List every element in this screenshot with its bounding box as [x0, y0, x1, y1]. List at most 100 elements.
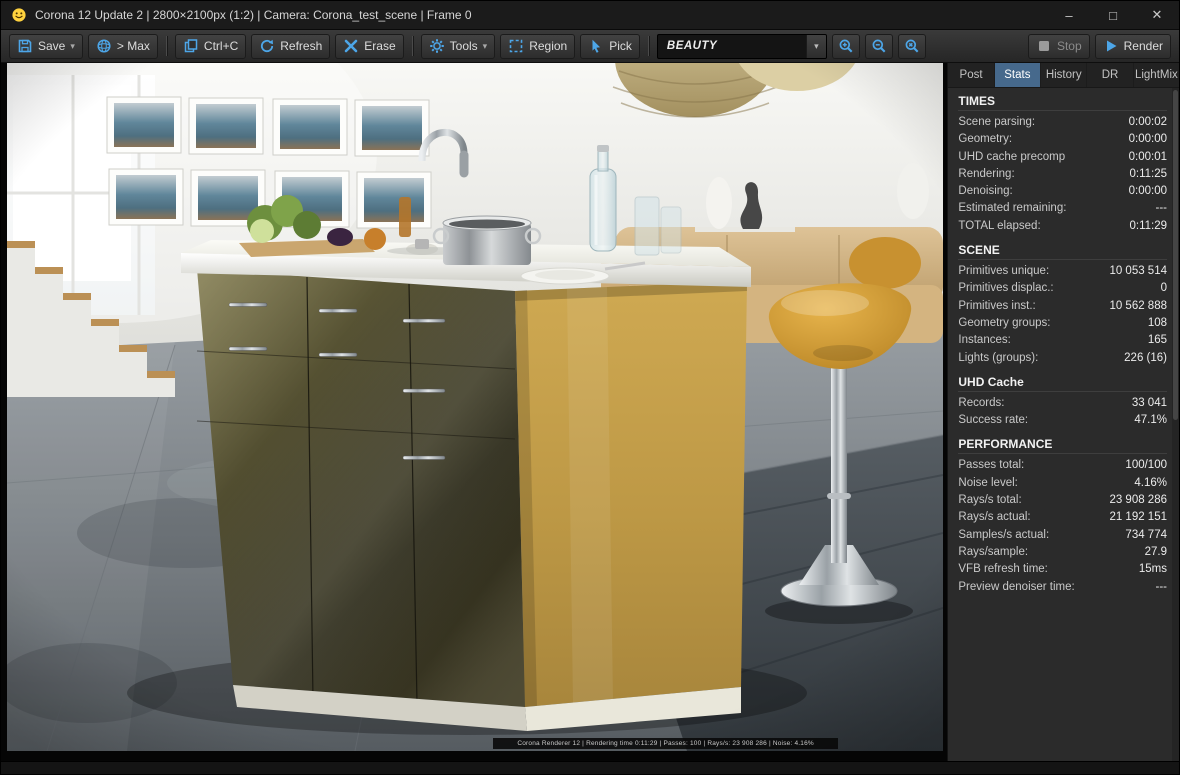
region-button[interactable]: Region: [500, 33, 576, 59]
zoom-out-button[interactable]: [864, 33, 893, 59]
erase-button[interactable]: Erase: [335, 33, 404, 59]
tools-label: Tools: [449, 39, 478, 53]
stat-value: 0:00:01: [1128, 150, 1167, 163]
stat-row: Rays/s total: 23 908 286: [958, 492, 1167, 509]
zoom-reset-icon: [905, 39, 919, 53]
tab-lightmix[interactable]: LightMix: [1134, 63, 1179, 87]
stat-label: Instances:: [958, 334, 1011, 347]
title-bar[interactable]: Corona 12 Update 2 | 2800×2100px (1:2) |…: [1, 1, 1179, 29]
render-image: [7, 63, 943, 751]
save-label: Save: [38, 39, 66, 53]
corona-smiley-icon: [11, 7, 27, 23]
render-button[interactable]: Render: [1094, 33, 1171, 59]
stat-value: 226 (16): [1124, 351, 1167, 364]
region-label: Region: [529, 39, 568, 53]
stat-row: Samples/s actual: 734 774: [958, 527, 1167, 544]
vignette: [7, 63, 943, 751]
stat-value: 23 908 286: [1109, 494, 1167, 507]
stat-row: Denoising: 0:00:00: [958, 183, 1167, 200]
stat-label: Noise level:: [958, 476, 1018, 489]
stat-label: Rays/s total:: [958, 494, 1022, 507]
stat-row: Noise level: 4.16%: [958, 475, 1167, 492]
refresh-button[interactable]: Refresh: [251, 33, 331, 59]
stat-label: Rays/sample:: [958, 545, 1029, 558]
scrollbar-thumb[interactable]: [1173, 90, 1178, 420]
stat-label: UHD cache precomp: [958, 150, 1066, 163]
stat-row: Geometry groups: 108: [958, 315, 1167, 332]
section-title-scene: SCENE: [958, 243, 1167, 261]
render-play-icon: [1106, 40, 1117, 52]
save-button[interactable]: Save ▾: [9, 33, 83, 59]
sync-max-label: > Max: [116, 39, 150, 53]
stat-row: Primitives displac.: 0: [958, 280, 1167, 297]
render-element-select[interactable]: BEAUTY ▾: [656, 33, 827, 59]
stat-label: Estimated remaining:: [958, 202, 1067, 215]
stop-button[interactable]: Stop: [1027, 33, 1090, 59]
main-area: Corona Renderer 12 | Rendering time 0:11…: [1, 63, 1179, 761]
stat-row: UHD cache precomp 0:00:01: [958, 149, 1167, 166]
render-watermark: Corona Renderer 12 | Rendering time 0:11…: [493, 738, 839, 749]
tab-history[interactable]: History: [1041, 63, 1088, 87]
stat-row: Records: 33 041: [958, 395, 1167, 412]
erase-label: Erase: [364, 39, 396, 53]
copy-button[interactable]: Ctrl+C: [174, 33, 247, 59]
stat-value: 108: [1147, 316, 1167, 329]
stat-value: 21 192 151: [1109, 511, 1167, 524]
stat-row: Primitives inst.: 10 562 888: [958, 298, 1167, 315]
stat-value: 734 774: [1125, 528, 1167, 541]
stop-label: Stop: [1056, 39, 1082, 53]
stat-label: Geometry groups:: [958, 316, 1051, 329]
stat-label: Primitives unique:: [958, 265, 1050, 278]
tab-stats[interactable]: Stats: [994, 63, 1042, 87]
stat-label: Rendering:: [958, 167, 1015, 180]
stat-row: Rays/s actual: 21 192 151: [958, 509, 1167, 526]
stat-value: 10 053 514: [1109, 265, 1167, 278]
erase-x-icon: [344, 39, 358, 53]
stat-value: 47.1%: [1134, 414, 1167, 427]
stat-label: Scene parsing:: [958, 116, 1036, 128]
stat-label: Success rate:: [958, 414, 1029, 427]
stat-value: 0:00:00: [1128, 185, 1167, 198]
zoom-reset-button[interactable]: [897, 33, 926, 59]
minimize-button[interactable]: –: [1047, 1, 1091, 29]
stat-value: 165: [1147, 334, 1167, 347]
zoom-out-icon: [872, 39, 886, 53]
sync-max-button[interactable]: > Max: [87, 33, 158, 59]
copy-label: Ctrl+C: [203, 39, 239, 53]
stat-value: 10 562 888: [1109, 299, 1167, 312]
zoom-in-button[interactable]: [831, 33, 860, 59]
stat-row: TOTAL elapsed: 0:11:29: [958, 218, 1167, 235]
maximize-button[interactable]: □: [1091, 1, 1135, 29]
zoom-in-icon: [839, 39, 853, 53]
stat-row: Lights (groups): 226 (16): [958, 350, 1167, 367]
sphere-sync-icon: [97, 39, 111, 53]
section-title-times: TIMES: [958, 94, 1167, 111]
stat-value: ---: [1155, 580, 1168, 593]
tab-dr[interactable]: DR: [1087, 63, 1134, 87]
stat-value: 0:00:00: [1128, 133, 1167, 146]
side-panel: Post Stats History DR LightMix TIMES Sce…: [947, 63, 1179, 761]
stat-value: 0:00:02: [1128, 116, 1167, 128]
stat-row: VFB refresh time: 15ms: [958, 561, 1167, 578]
tab-post[interactable]: Post: [948, 63, 995, 87]
toolbar: Save ▾ > Max Ctrl+C Refresh Erase Tools …: [1, 29, 1179, 63]
stat-label: Records:: [958, 396, 1005, 409]
window-title: Corona 12 Update 2 | 2800×2100px (1:2) |…: [35, 8, 472, 22]
window-controls: – □ ✕: [1047, 1, 1179, 29]
panel-scrollbar[interactable]: [1172, 88, 1179, 761]
stop-icon: [1038, 41, 1049, 51]
stat-row: Instances: 165: [958, 332, 1167, 349]
stat-row: Passes total: 100/100: [958, 457, 1167, 474]
pick-button[interactable]: Pick: [580, 33, 640, 59]
tools-button[interactable]: Tools ▾: [420, 33, 496, 59]
region-marquee-icon: [509, 39, 523, 53]
close-button[interactable]: ✕: [1135, 1, 1179, 29]
stat-row: Geometry: 0:00:00: [958, 131, 1167, 148]
chevron-down-icon: ▾: [805, 34, 826, 58]
pick-cursor-icon: [592, 39, 601, 53]
stat-label: Lights (groups):: [958, 351, 1039, 364]
render-element-value: BEAUTY: [666, 40, 718, 52]
stat-label: Passes total:: [958, 459, 1025, 472]
stat-row: Success rate: 47.1%: [958, 412, 1167, 429]
render-viewport[interactable]: Corona Renderer 12 | Rendering time 0:11…: [1, 63, 948, 761]
